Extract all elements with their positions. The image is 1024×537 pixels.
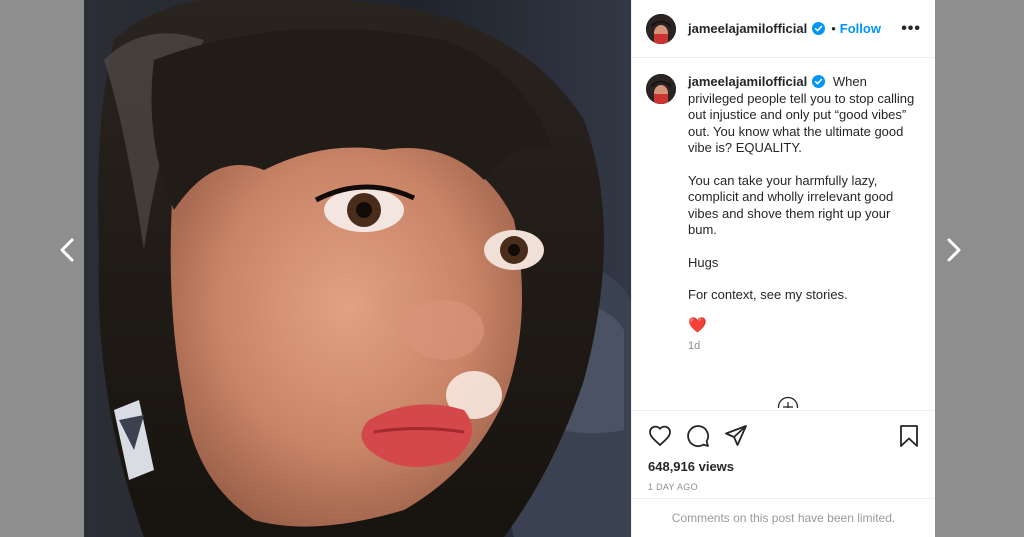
- post-date: 1 DAY AGO: [648, 482, 698, 492]
- caption-paragraph: You can take your harmfully lazy, compli…: [688, 172, 894, 238]
- verified-badge-icon: [812, 22, 826, 35]
- verified-badge-icon: [812, 75, 826, 88]
- avatar-image: [646, 74, 676, 104]
- next-post-arrow[interactable]: [939, 230, 969, 270]
- more-options-icon[interactable]: •••: [901, 20, 921, 38]
- post-sidebar: jameelajamilofficial • Follow ••• jameel…: [631, 0, 935, 537]
- separator-dot: •: [831, 21, 836, 36]
- caption-text: jameelajamilofficial When privileged peo…: [688, 74, 921, 334]
- caption-paragraph: Hugs: [688, 254, 719, 270]
- selfie-photo: [84, 0, 631, 537]
- caption-paragraph: For context, see my stories.: [688, 287, 848, 302]
- share-icon[interactable]: [724, 424, 748, 448]
- post-modal: jameelajamilofficial • Follow ••• jameel…: [84, 0, 935, 537]
- post-header: jameelajamilofficial • Follow •••: [632, 0, 935, 58]
- avatar-image: [646, 13, 676, 44]
- action-bar: [648, 423, 921, 449]
- heart-emoji: ❤️: [688, 316, 707, 334]
- avatar[interactable]: [646, 13, 676, 44]
- post-photo[interactable]: [84, 0, 631, 537]
- bookmark-icon[interactable]: [897, 424, 921, 448]
- username-link[interactable]: jameelajamilofficial: [688, 21, 807, 36]
- view-count[interactable]: 648,916 views: [648, 459, 921, 474]
- previous-post-arrow[interactable]: [52, 230, 82, 270]
- caption-timestamp: 1d: [688, 340, 701, 352]
- caption-username[interactable]: jameelajamilofficial: [688, 74, 807, 89]
- chevron-left-icon: [60, 238, 74, 262]
- comments-area: jameelajamilofficial When privileged peo…: [632, 58, 935, 408]
- comment-icon[interactable]: [686, 424, 710, 448]
- plus-circle-icon[interactable]: [777, 396, 799, 408]
- heart-icon[interactable]: [648, 424, 672, 448]
- caption: jameelajamilofficial When privileged peo…: [646, 74, 921, 334]
- chevron-right-icon: [947, 238, 961, 262]
- post-actions: 648,916 views 1 DAY AGO: [632, 410, 935, 492]
- caption-avatar[interactable]: [646, 74, 676, 104]
- caption-first-paragraph: jameelajamilofficial When privileged peo…: [688, 74, 921, 157]
- follow-button[interactable]: Follow: [840, 21, 881, 36]
- comments-limited-notice: Comments on this post have been limited.: [632, 498, 935, 537]
